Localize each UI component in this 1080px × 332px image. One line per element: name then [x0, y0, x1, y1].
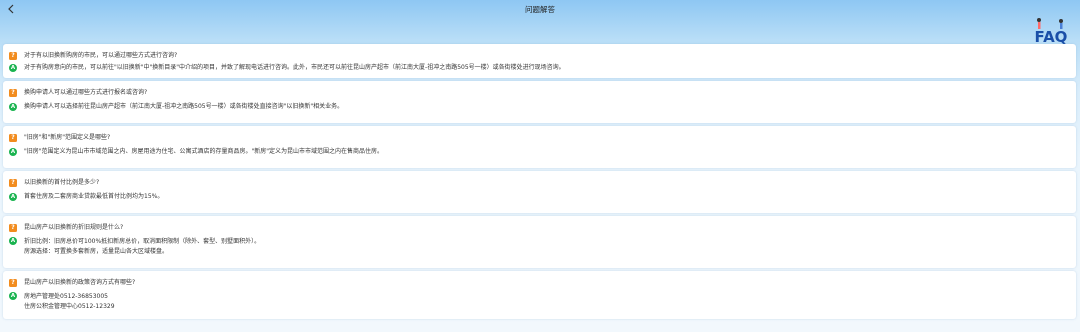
faq-card[interactable]: ? 对于有以旧换新购房的市民，可以通过哪些方式进行咨询? A 对于有购房意向的市…: [3, 44, 1076, 78]
answer-icon: A: [9, 148, 17, 156]
question-text: 昆山房产以旧换新的折旧规则是什么?: [24, 224, 124, 231]
answer-text: 首套住房及二套房商业贷款最低首付比例均为15%。: [24, 193, 164, 200]
answer-icon: A: [9, 292, 17, 300]
question-icon: ?: [9, 52, 17, 60]
faq-card[interactable]: ? 昆山房产以旧换新的折旧规则是什么? A 折旧比例：旧房总价可100%抵扣新房…: [3, 216, 1076, 268]
answer-line: 折旧比例：旧房总价可100%抵扣新房总价，取消面积限制（除外、套型、别墅面积外）…: [24, 238, 261, 245]
answer-text: 对于有购房意向的市民，可以前往"以旧换新"中"换新目录"中介绍的项目，并致了解现…: [24, 64, 565, 71]
faq-list: ? 对于有以旧换新购房的市民，可以通过哪些方式进行咨询? A 对于有购房意向的市…: [3, 44, 1076, 322]
question-icon: ?: [9, 89, 17, 97]
answer-line: 住房公积金管理中心0512-12329: [24, 302, 115, 310]
faq-card[interactable]: ? "旧房"和"新房"范围定义是哪些? A "旧房"范围定义为昆山市市域范围之内…: [3, 126, 1076, 168]
answer-text: 换购申请人可以选择前往昆山房产超市（前江南大厦-祖冲之南路505号一楼）或各街楼…: [24, 103, 344, 110]
question-text: 换购申请人可以通过哪些方式进行报名或咨询?: [24, 89, 148, 96]
question-text: 以旧换新的首付比例是多少?: [24, 179, 100, 186]
faq-card[interactable]: ? 昆山房产以旧换新的政策咨询方式有哪些? A 房地产管理处0512-36853…: [3, 271, 1076, 319]
top-bar: 问题解答: [0, 0, 1080, 18]
answer-icon: A: [9, 237, 17, 245]
question-icon: ?: [9, 134, 17, 142]
answer-text: "旧房"范围定义为昆山市市域范围之内、房屋用途为住宅、公寓式酒店的存量商品房。"…: [24, 148, 384, 155]
question-text: 对于有以旧换新购房的市民，可以通过哪些方式进行咨询?: [24, 52, 178, 59]
question-icon: ?: [9, 279, 17, 287]
answer-icon: A: [9, 193, 17, 201]
faq-card[interactable]: ? 以旧换新的首付比例是多少? A 首套住房及二套房商业贷款最低首付比例均为15…: [3, 171, 1076, 213]
question-icon: ?: [9, 179, 17, 187]
answer-line: 房源选择：可置换多套新房，适量昆山各大区域楼盘。: [24, 247, 169, 255]
question-icon: ?: [9, 224, 17, 232]
page-title: 问题解答: [525, 5, 555, 14]
answer-line: 房地产管理处0512-36853005: [24, 293, 108, 300]
question-text: 昆山房产以旧换新的政策咨询方式有哪些?: [24, 279, 136, 286]
answer-icon: A: [9, 64, 17, 72]
answer-icon: A: [9, 103, 17, 111]
faq-card[interactable]: ? 换购申请人可以通过哪些方式进行报名或咨询? A 换购申请人可以选择前往昆山房…: [3, 81, 1076, 123]
question-text: "旧房"和"新房"范围定义是哪些?: [24, 134, 111, 141]
